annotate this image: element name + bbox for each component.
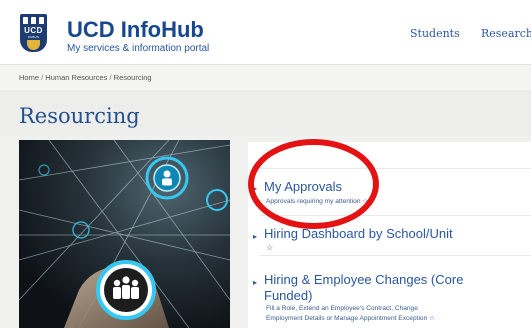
nav-students[interactable]: Students: [410, 27, 460, 40]
nav-research[interactable]: Research: [481, 27, 531, 40]
hiring-employee-changes-description-text: Employment Details or Manage Appointment…: [266, 315, 428, 322]
site-header: UCD DUBLIN UCD InfoHub My services & inf…: [0, 0, 531, 64]
breadcrumb-bar: Home / Human Resources / Resourcing: [0, 64, 531, 91]
crest-shield-icon: [27, 40, 40, 50]
breadcrumb-home[interactable]: Home: [19, 73, 39, 82]
favourite-star-icon[interactable]: ☆: [362, 198, 368, 205]
hiring-employee-changes-description: Fill a Role, Extend an Employee's Contra…: [266, 305, 418, 312]
my-approvals-description: Approvals requiring my attention ☆: [266, 197, 368, 205]
favourite-star-icon[interactable]: ☆: [266, 243, 273, 252]
network-illustration: [19, 140, 230, 328]
divider: [260, 255, 531, 256]
breadcrumb: Home / Human Resources / Resourcing: [19, 73, 152, 82]
page-title: Resourcing: [19, 104, 140, 128]
hiring-employee-changes-link[interactable]: Hiring & Employee Changes (Core: [264, 272, 463, 287]
divider: [260, 168, 531, 169]
chevron-right-icon: ▸: [253, 184, 258, 193]
crest-towers-icon: [23, 17, 44, 25]
favourite-star-icon[interactable]: ☆: [429, 315, 435, 322]
ucd-crest-logo[interactable]: UCD DUBLIN: [20, 14, 47, 52]
page: UCD DUBLIN UCD InfoHub My services & inf…: [0, 0, 531, 328]
divider: [260, 215, 531, 216]
hero-image: [19, 140, 230, 328]
my-approvals-link[interactable]: My Approvals: [264, 179, 342, 194]
hiring-employee-changes-description-line2: Employment Details or Manage Appointment…: [266, 314, 435, 322]
site-subtitle: My services & information portal: [67, 43, 210, 54]
hiring-dashboard-link[interactable]: Hiring Dashboard by School/Unit: [264, 226, 453, 241]
chevron-right-icon: ▸: [253, 278, 258, 287]
my-approvals-description-text: Approvals requiring my attention: [266, 198, 361, 205]
crest-text: UCD: [24, 26, 43, 35]
site-title[interactable]: UCD InfoHub: [67, 17, 204, 43]
breadcrumb-resourcing: Resourcing: [113, 73, 152, 82]
hiring-employee-changes-link-line2[interactable]: Funded): [264, 288, 312, 303]
breadcrumb-human-resources[interactable]: Human Resources: [45, 73, 107, 82]
chevron-right-icon: ▸: [253, 232, 258, 241]
crest-subtext: DUBLIN: [27, 35, 39, 39]
